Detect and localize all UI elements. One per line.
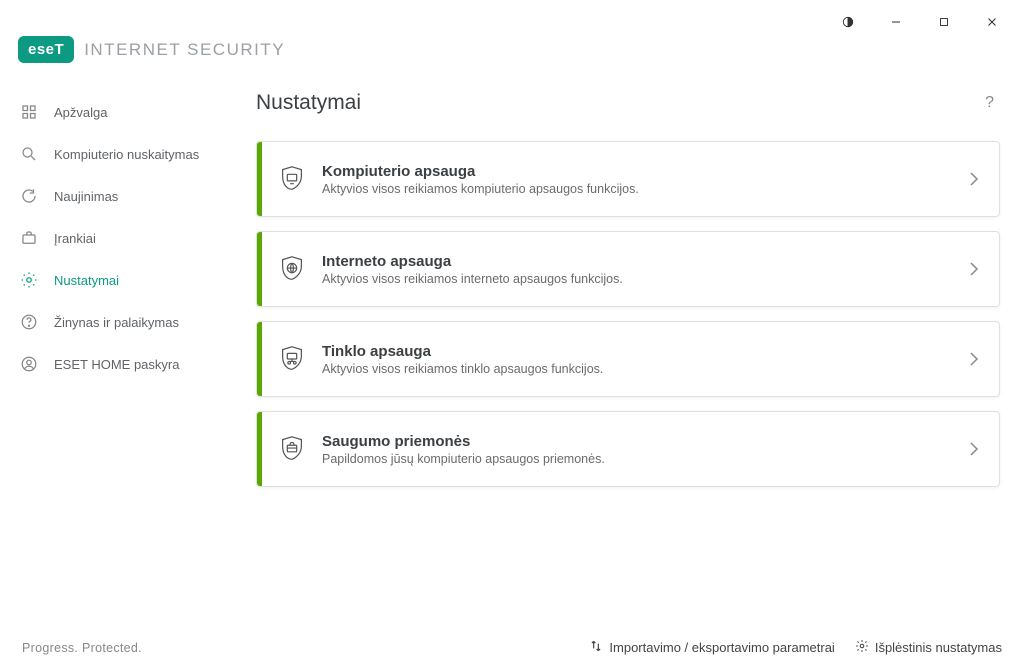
help-icon: [20, 313, 38, 331]
minimize-button[interactable]: [884, 10, 908, 34]
chevron-right-icon: [949, 171, 999, 187]
sidebar: Apžvalga Kompiuterio nuskaitymas Naujini…: [0, 79, 240, 627]
footer-tagline: Progress. Protected.: [22, 641, 142, 655]
grid-icon: [20, 103, 38, 121]
card-network-protection[interactable]: Tinklo apsauga Aktyvios visos reikiamos …: [256, 321, 1000, 397]
sidebar-item-help[interactable]: Žinynas ir palaikymas: [0, 301, 240, 343]
sidebar-item-scan[interactable]: Kompiuterio nuskaitymas: [0, 133, 240, 175]
card-title: Interneto apsauga: [322, 253, 949, 270]
shield-monitor-icon: [262, 164, 322, 194]
sidebar-item-tools[interactable]: Įrankiai: [0, 217, 240, 259]
sidebar-item-update[interactable]: Naujinimas: [0, 175, 240, 217]
card-title: Saugumo priemonės: [322, 433, 949, 450]
card-title: Tinklo apsauga: [322, 343, 949, 360]
card-title: Kompiuterio apsauga: [322, 163, 949, 180]
sidebar-item-label: Apžvalga: [54, 105, 107, 120]
sidebar-item-overview[interactable]: Apžvalga: [0, 91, 240, 133]
card-security-tools[interactable]: Saugumo priemonės Papildomos jūsų kompiu…: [256, 411, 1000, 487]
shield-globe-icon: [262, 254, 322, 284]
transfer-icon: [589, 639, 603, 656]
app-header: eseT INTERNET SECURITY: [0, 32, 1024, 79]
sidebar-item-label: Naujinimas: [54, 189, 118, 204]
page-title: Nustatymai: [256, 91, 361, 115]
card-internet-protection[interactable]: Interneto apsauga Aktyvios visos reikiam…: [256, 231, 1000, 307]
shield-toolbox-icon: [262, 434, 322, 464]
footer-link-label: Importavimo / eksportavimo parametrai: [609, 640, 834, 655]
card-subtitle: Aktyvios visos reikiamos interneto apsau…: [322, 272, 949, 286]
briefcase-icon: [20, 229, 38, 247]
sidebar-item-label: Nustatymai: [54, 273, 119, 288]
card-subtitle: Aktyvios visos reikiamos kompiuterio aps…: [322, 182, 949, 196]
card-subtitle: Aktyvios visos reikiamos tinklo apsaugos…: [322, 362, 949, 376]
sidebar-item-label: Kompiuterio nuskaitymas: [54, 147, 199, 162]
card-subtitle: Papildomos jūsų kompiuterio apsaugos pri…: [322, 452, 949, 466]
user-icon: [20, 355, 38, 373]
chevron-right-icon: [949, 351, 999, 367]
footer: Progress. Protected. Importavimo / ekspo…: [0, 627, 1024, 670]
refresh-icon: [20, 187, 38, 205]
product-name: INTERNET SECURITY: [84, 40, 285, 60]
import-export-link[interactable]: Importavimo / eksportavimo parametrai: [589, 639, 834, 656]
card-computer-protection[interactable]: Kompiuterio apsauga Aktyvios visos reiki…: [256, 141, 1000, 217]
gear-icon: [20, 271, 38, 289]
context-help-icon[interactable]: ?: [979, 94, 1000, 112]
search-icon: [20, 145, 38, 163]
sidebar-item-label: ESET HOME paskyra: [54, 357, 179, 372]
maximize-button[interactable]: [932, 10, 956, 34]
gear-icon: [855, 639, 869, 656]
main-content: Nustatymai ? Kompiuterio apsauga Aktyvio…: [240, 79, 1024, 627]
sidebar-item-label: Įrankiai: [54, 231, 96, 246]
advanced-settings-link[interactable]: Išplėstinis nustatymas: [855, 639, 1002, 656]
shield-network-icon: [262, 344, 322, 374]
brand-logo: eseT: [18, 36, 74, 63]
close-button[interactable]: [980, 10, 1004, 34]
sidebar-item-settings[interactable]: Nustatymai: [0, 259, 240, 301]
footer-link-label: Išplėstinis nustatymas: [875, 640, 1002, 655]
chevron-right-icon: [949, 441, 999, 457]
chevron-right-icon: [949, 261, 999, 277]
sidebar-item-account[interactable]: ESET HOME paskyra: [0, 343, 240, 385]
theme-toggle-icon[interactable]: [836, 10, 860, 34]
sidebar-item-label: Žinynas ir palaikymas: [54, 315, 179, 330]
